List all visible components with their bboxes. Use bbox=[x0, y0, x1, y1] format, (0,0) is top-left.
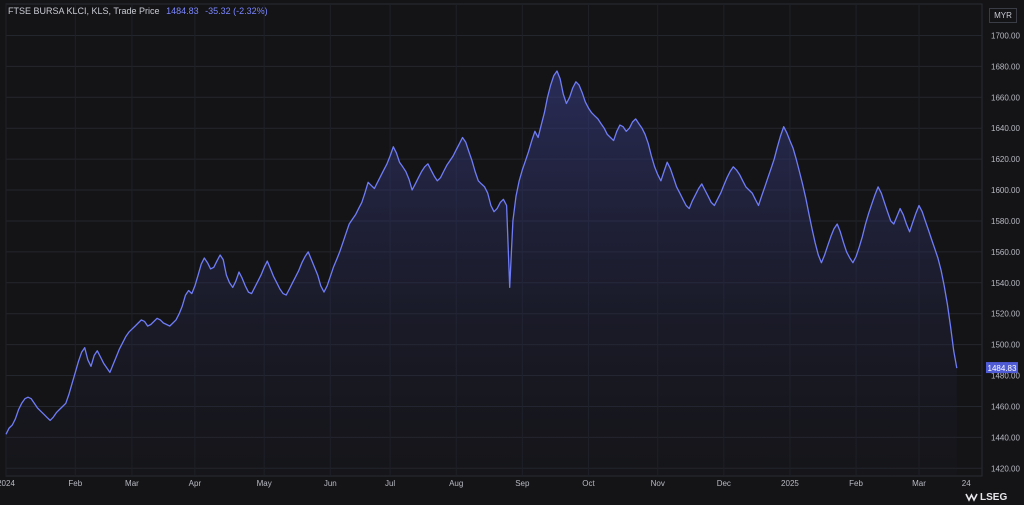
y-tick-label: 1460.00 bbox=[991, 402, 1020, 411]
x-tick-label: Jul bbox=[385, 479, 395, 488]
y-tick-label: 1700.00 bbox=[991, 31, 1020, 40]
price-change: -35.32 (-2.32%) bbox=[205, 6, 268, 16]
y-tick-label: 1620.00 bbox=[991, 155, 1020, 164]
x-tick-label: 24 bbox=[962, 479, 971, 488]
lseg-logo-icon bbox=[965, 493, 978, 502]
y-tick-label: 1580.00 bbox=[991, 217, 1020, 226]
last-value-axis-label: 1484.83 bbox=[988, 364, 1017, 373]
chart-header: FTSE BURSA KLCI, KLS, Trade Price 1484.8… bbox=[8, 6, 268, 16]
x-tick-label: Mar bbox=[912, 479, 926, 488]
series-area bbox=[6, 71, 957, 476]
x-tick-label: Apr bbox=[189, 479, 202, 488]
x-tick-label: 2024 bbox=[0, 479, 15, 488]
instrument-title: FTSE BURSA KLCI, KLS, Trade Price bbox=[8, 6, 160, 16]
y-tick-label: 1500.00 bbox=[991, 341, 1020, 350]
y-tick-label: 1540.00 bbox=[991, 279, 1020, 288]
x-tick-label: Dec bbox=[717, 479, 731, 488]
x-tick-label: Sep bbox=[515, 479, 530, 488]
x-tick-label: 2025 bbox=[781, 479, 799, 488]
x-tick-label: Feb bbox=[849, 479, 863, 488]
y-tick-label: 1440.00 bbox=[991, 433, 1020, 442]
brand-logo-text: LSEG bbox=[980, 492, 1008, 503]
x-tick-label: Mar bbox=[125, 479, 139, 488]
y-tick-label: 1640.00 bbox=[991, 124, 1020, 133]
x-tick-label: Aug bbox=[449, 479, 463, 488]
y-tick-label: 1520.00 bbox=[991, 310, 1020, 319]
x-tick-label: Jun bbox=[324, 479, 337, 488]
y-tick-label: 1680.00 bbox=[991, 62, 1020, 71]
y-tick-label: 1560.00 bbox=[991, 248, 1020, 257]
x-tick-label: Nov bbox=[651, 479, 665, 488]
x-tick-label: May bbox=[257, 479, 272, 488]
x-tick-label: Oct bbox=[582, 479, 595, 488]
y-tick-label: 1660.00 bbox=[991, 93, 1020, 102]
last-value: 1484.83 bbox=[166, 6, 199, 16]
x-tick-label: Feb bbox=[68, 479, 82, 488]
y-tick-label: 1600.00 bbox=[991, 186, 1020, 195]
price-chart[interactable]: 1420.001440.001460.001480.001500.001520.… bbox=[0, 0, 1024, 505]
y-tick-label: 1420.00 bbox=[991, 464, 1020, 473]
currency-badge[interactable]: MYR bbox=[989, 8, 1017, 23]
